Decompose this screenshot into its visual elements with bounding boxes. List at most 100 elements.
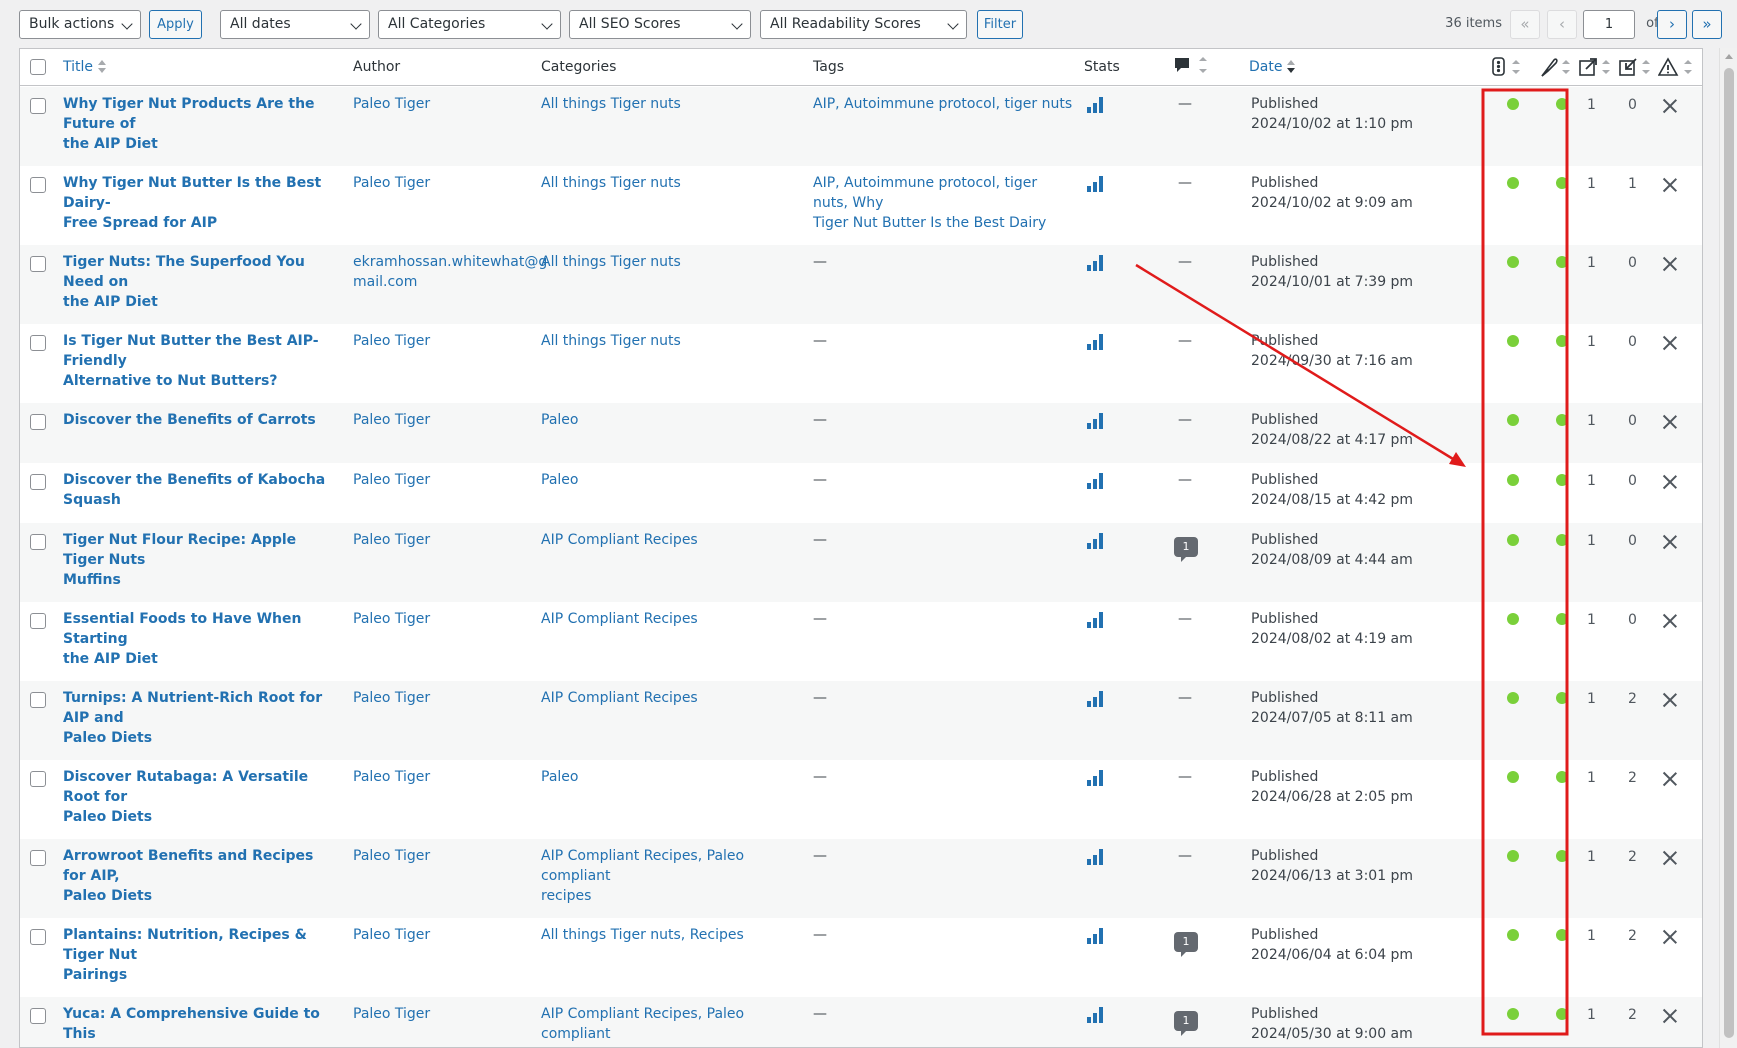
comments-column-header[interactable]	[1174, 57, 1210, 81]
bulk-actions-select[interactable]: Bulk actions	[19, 10, 141, 39]
select-all-checkbox[interactable]	[30, 59, 46, 75]
categories-line1[interactable]: AIP Compliant Recipes	[541, 688, 801, 708]
post-title-cell[interactable]: Why Tiger Nut Products Are the Future of…	[63, 94, 338, 154]
tags-cell[interactable]: —	[813, 530, 1073, 550]
categories-filter-select[interactable]: All Categories	[378, 10, 561, 39]
row-checkbox[interactable]	[30, 335, 46, 351]
categories-line1[interactable]: AIP Compliant Recipes, Paleo compliant	[541, 846, 801, 886]
comment-count-bubble[interactable]: 1	[1174, 537, 1198, 562]
post-title-cell[interactable]: Discover the Benefits of Carrots	[63, 410, 338, 430]
post-title-cell[interactable]: Tiger Nut Flour Recipe: Apple Tiger Nuts…	[63, 530, 338, 590]
categories-cell[interactable]: All things Tiger nuts, Recipes	[541, 925, 801, 945]
categories-line1[interactable]: Paleo	[541, 410, 801, 430]
post-title-cell[interactable]: Essential Foods to Have When Starting th…	[63, 609, 338, 669]
stats-bar-chart-icon[interactable]	[1087, 533, 1103, 549]
tags-cell[interactable]: —	[813, 410, 1073, 430]
post-title-line1[interactable]: Discover Rutabaga: A Versatile Root for	[63, 767, 338, 807]
stats-bar-chart-icon[interactable]	[1087, 97, 1103, 113]
tags-cell[interactable]: —	[813, 609, 1073, 629]
author-line1[interactable]: Paleo Tiger	[353, 767, 523, 787]
row-checkbox[interactable]	[30, 534, 46, 550]
close-icon[interactable]	[1663, 336, 1677, 350]
author-line1[interactable]: Paleo Tiger	[353, 470, 523, 490]
filter-button[interactable]: Filter	[977, 10, 1023, 39]
post-title-line1[interactable]: Why Tiger Nut Butter Is the Best Dairy-	[63, 173, 338, 213]
categories-cell[interactable]: All things Tiger nuts	[541, 173, 801, 193]
stats-bar-chart-icon[interactable]	[1087, 770, 1103, 786]
categories-line1[interactable]: All things Tiger nuts	[541, 331, 801, 351]
author-line1[interactable]: ekramhossan.whitewhat@g	[353, 252, 547, 272]
tags-cell[interactable]: —	[813, 252, 1073, 272]
categories-line2[interactable]: recipes	[541, 1044, 801, 1047]
vertical-scrollbar[interactable]	[1719, 48, 1737, 1048]
categories-cell[interactable]: All things Tiger nuts	[541, 252, 801, 272]
comment-count-bubble[interactable]: 1	[1174, 1011, 1198, 1036]
stats-bar-chart-icon[interactable]	[1087, 849, 1103, 865]
post-title-line1[interactable]: Tiger Nuts: The Superfood You Need on	[63, 252, 338, 292]
post-title-cell[interactable]: Tiger Nuts: The Superfood You Need on th…	[63, 252, 338, 312]
tags-cell[interactable]: AIP, Autoimmune protocol, tiger nuts, Wh…	[813, 173, 1073, 233]
tags-cell[interactable]: —	[813, 331, 1073, 351]
categories-line1[interactable]: All things Tiger nuts	[541, 173, 801, 193]
author-cell[interactable]: ekramhossan.whitewhat@g mail.com	[353, 252, 547, 292]
author-cell[interactable]: Paleo Tiger	[353, 609, 523, 629]
close-icon[interactable]	[1663, 415, 1677, 429]
author-cell[interactable]: Paleo Tiger	[353, 1004, 523, 1024]
tags-cell[interactable]: —	[813, 688, 1073, 708]
categories-cell[interactable]: Paleo	[541, 470, 801, 490]
author-line1[interactable]: Paleo Tiger	[353, 410, 523, 430]
tags-cell[interactable]: —	[813, 846, 1073, 866]
categories-line1[interactable]: All things Tiger nuts	[541, 94, 801, 114]
row-checkbox[interactable]	[30, 98, 46, 114]
stats-bar-chart-icon[interactable]	[1087, 255, 1103, 271]
post-title-line1[interactable]: Yuca: A Comprehensive Guide to This	[63, 1004, 338, 1044]
close-icon[interactable]	[1663, 178, 1677, 192]
outgoing-links-column-header[interactable]	[1578, 57, 1616, 81]
post-title-line2[interactable]: Alternative to Nut Butters?	[63, 371, 338, 391]
stats-bar-chart-icon[interactable]	[1087, 473, 1103, 489]
categories-line1[interactable]: AIP Compliant Recipes, Paleo compliant	[541, 1004, 801, 1044]
row-checkbox[interactable]	[30, 177, 46, 193]
post-title-line2[interactable]: the AIP Diet	[63, 649, 338, 669]
post-title-cell[interactable]: Plantains: Nutrition, Recipes & Tiger Nu…	[63, 925, 338, 985]
stats-bar-chart-icon[interactable]	[1087, 334, 1103, 350]
date-column-header[interactable]: Date	[1249, 59, 1296, 75]
title-column-header[interactable]: Title	[63, 59, 107, 75]
post-title-line2[interactable]: the AIP Diet	[63, 292, 338, 312]
next-page-button[interactable]: ›	[1657, 10, 1687, 39]
dates-filter-select[interactable]: All dates	[220, 10, 370, 39]
row-checkbox[interactable]	[30, 414, 46, 430]
close-icon[interactable]	[1663, 851, 1677, 865]
stats-bar-chart-icon[interactable]	[1087, 691, 1103, 707]
seo-scores-filter-select[interactable]: All SEO Scores	[569, 10, 751, 39]
stats-bar-chart-icon[interactable]	[1087, 413, 1103, 429]
tags-cell[interactable]: —	[813, 925, 1073, 945]
post-title-line1[interactable]: Plantains: Nutrition, Recipes & Tiger Nu…	[63, 925, 338, 965]
categories-cell[interactable]: AIP Compliant Recipes, Paleo compliant r…	[541, 1004, 801, 1047]
author-cell[interactable]: Paleo Tiger	[353, 767, 523, 787]
close-icon[interactable]	[1663, 535, 1677, 549]
author-line1[interactable]: Paleo Tiger	[353, 1004, 523, 1024]
close-icon[interactable]	[1663, 930, 1677, 944]
author-line1[interactable]: Paleo Tiger	[353, 688, 523, 708]
post-title-cell[interactable]: Arrowroot Benefits and Recipes for AIP, …	[63, 846, 338, 906]
close-icon[interactable]	[1663, 772, 1677, 786]
close-icon[interactable]	[1663, 475, 1677, 489]
tags-line2[interactable]: Tiger Nut Butter Is the Best Dairy	[813, 213, 1073, 233]
row-checkbox[interactable]	[30, 929, 46, 945]
categories-line1[interactable]: AIP Compliant Recipes	[541, 530, 801, 550]
tags-cell[interactable]: —	[813, 767, 1073, 787]
stats-bar-chart-icon[interactable]	[1087, 1007, 1103, 1023]
post-title-line1[interactable]: Is Tiger Nut Butter the Best AIP-Friendl…	[63, 331, 338, 371]
author-cell[interactable]: Paleo Tiger	[353, 846, 523, 866]
close-icon[interactable]	[1663, 693, 1677, 707]
row-checkbox[interactable]	[30, 771, 46, 787]
row-checkbox[interactable]	[30, 474, 46, 490]
post-title-line2[interactable]: Pairings	[63, 965, 338, 985]
categories-cell[interactable]: All things Tiger nuts	[541, 331, 801, 351]
categories-cell[interactable]: AIP Compliant Recipes	[541, 530, 801, 550]
author-cell[interactable]: Paleo Tiger	[353, 925, 523, 945]
categories-line1[interactable]: Paleo	[541, 767, 801, 787]
stats-bar-chart-icon[interactable]	[1087, 176, 1103, 192]
close-icon[interactable]	[1663, 614, 1677, 628]
